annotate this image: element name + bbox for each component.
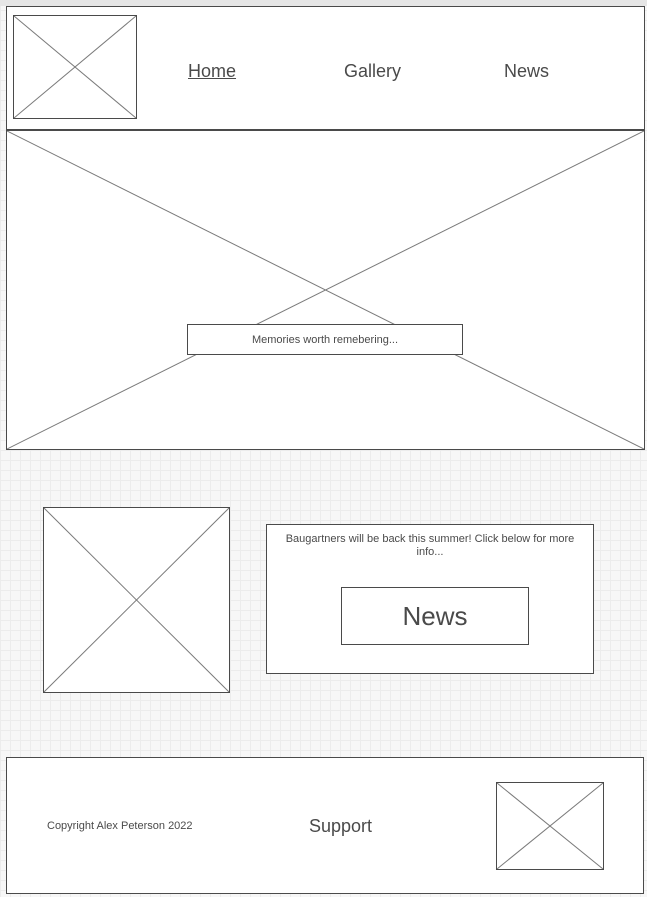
promo-card: Baugartners will be back this summer! Cl… — [266, 524, 594, 674]
support-link[interactable]: Support — [309, 816, 372, 837]
footer-image-placeholder — [496, 782, 604, 870]
image-placeholder-icon — [7, 131, 644, 449]
promo-text: Baugartners will be back this summer! Cl… — [285, 533, 575, 558]
news-button[interactable]: News — [341, 587, 529, 645]
nav-gallery-link[interactable]: Gallery — [344, 61, 401, 82]
nav-home-link[interactable]: Home — [188, 61, 236, 82]
image-placeholder-icon — [497, 783, 603, 869]
hero-image-placeholder — [6, 130, 645, 450]
promo-image-placeholder — [43, 507, 230, 693]
site-footer: Copyright Alex Peterson 2022 Support — [6, 757, 644, 894]
copyright-text: Copyright Alex Peterson 2022 — [47, 820, 193, 832]
nav-news-link[interactable]: News — [504, 61, 549, 82]
hero-tagline: Memories worth remebering... — [187, 324, 463, 355]
logo-image-placeholder[interactable] — [13, 15, 137, 119]
site-header: Home Gallery News — [6, 6, 645, 130]
image-placeholder-icon — [44, 508, 229, 692]
image-placeholder-icon — [14, 16, 136, 118]
